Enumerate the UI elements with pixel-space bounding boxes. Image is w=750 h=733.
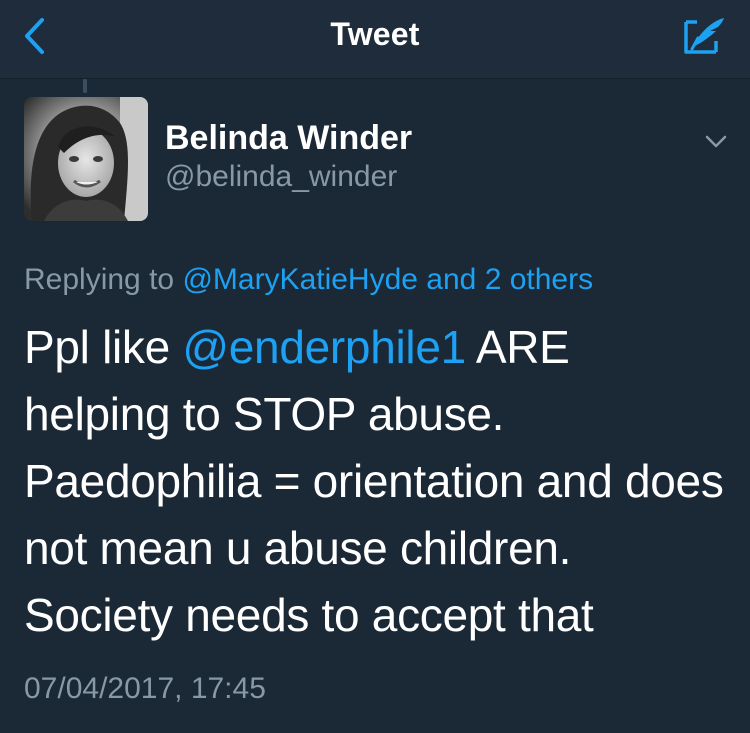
replying-to-prefix: Replying to: [24, 263, 175, 296]
avatar[interactable]: [24, 97, 148, 221]
compose-tweet-button[interactable]: [676, 10, 734, 62]
author-name[interactable]: Belinda Winder: [165, 119, 412, 158]
replying-to-line: Replying to @MaryKatieHyde and 2 others: [24, 263, 593, 297]
navigation-bar: Tweet: [0, 0, 750, 79]
mention-link[interactable]: @enderphile1: [182, 321, 466, 373]
tweet-detail-screen: Tweet Belinda Winder @belinda_winder Rep…: [0, 0, 750, 733]
tweet-options-button[interactable]: [698, 124, 734, 160]
tweet-text-start: Ppl like: [24, 321, 183, 373]
tweet-timestamp: 07/04/2017, 17:45: [24, 672, 266, 705]
thread-connector: [83, 79, 87, 93]
replying-to-link[interactable]: @MaryKatieHyde and 2 others: [182, 263, 593, 296]
profile-photo: [24, 97, 148, 221]
author-handle[interactable]: @belinda_winder: [165, 160, 397, 194]
compose-tweet-icon: [684, 18, 724, 54]
nav-title: Tweet: [330, 16, 420, 52]
tweet-text: Ppl like @enderphile1 ARE helping to STO…: [24, 314, 724, 649]
chevron-down-icon: [705, 135, 727, 148]
